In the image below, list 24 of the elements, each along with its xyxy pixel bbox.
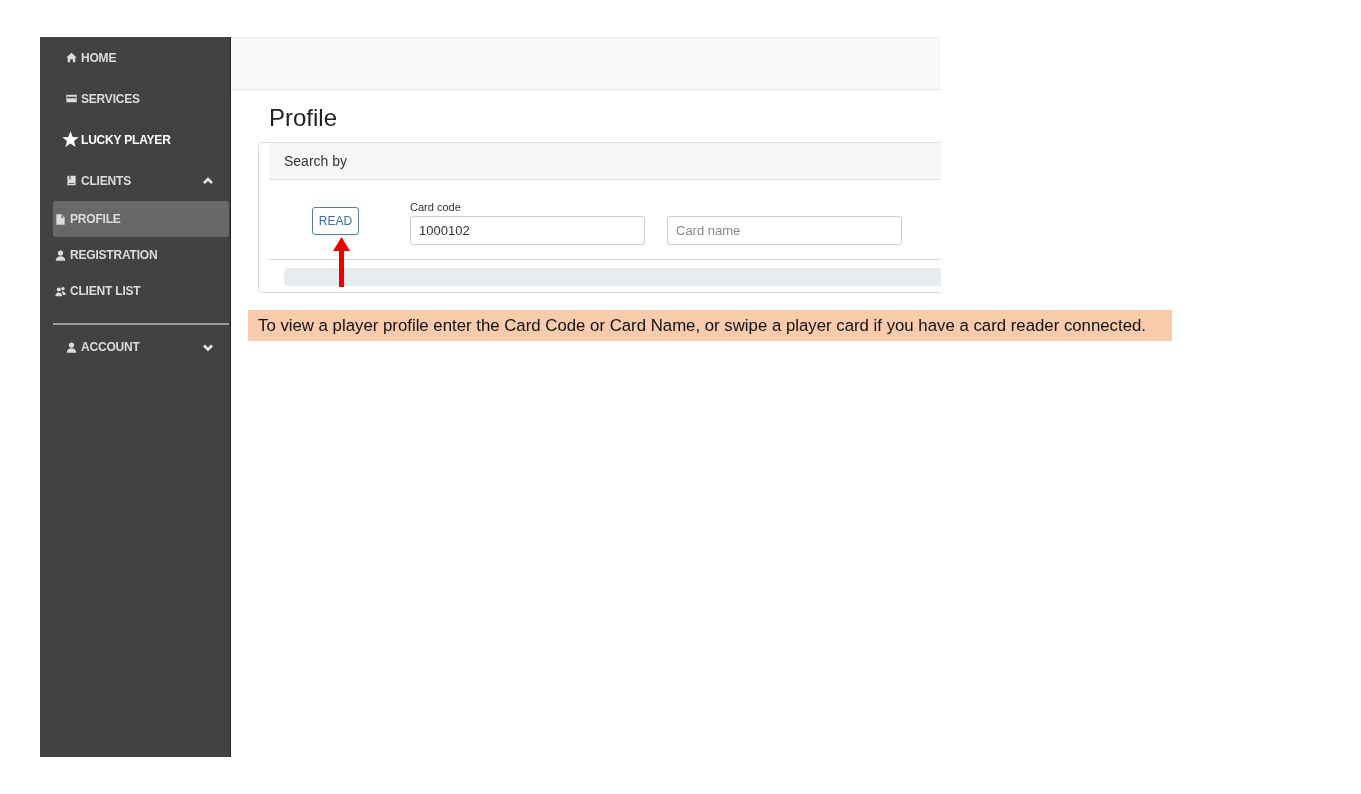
nav-item[interactable]: SERVICES bbox=[40, 78, 230, 119]
user-icon bbox=[55, 249, 66, 261]
file-icon bbox=[55, 213, 66, 225]
user-icon bbox=[66, 341, 77, 353]
field-label: Card code bbox=[410, 200, 461, 214]
nav-subitem[interactable]: PROFILE bbox=[53, 201, 229, 237]
read-button[interactable]: READ bbox=[312, 207, 359, 235]
card-name-field[interactable]: Card name bbox=[667, 216, 902, 245]
credit-card-icon bbox=[66, 93, 77, 104]
nav-item[interactable]: LUCKY PLAYER bbox=[40, 119, 230, 160]
card-header-title: Search by bbox=[284, 153, 348, 169]
nav-subitem[interactable]: REGISTRATION bbox=[53, 237, 229, 273]
users-icon bbox=[55, 285, 66, 297]
book-icon bbox=[66, 175, 77, 186]
arrow-up-icon bbox=[333, 237, 350, 287]
card-code-field[interactable]: 1000102 bbox=[410, 216, 645, 245]
nav-item[interactable]: ACCOUNT bbox=[40, 325, 230, 369]
star-icon bbox=[62, 131, 79, 148]
nav-item[interactable]: CLIENTS bbox=[40, 160, 230, 201]
page-title: Profile bbox=[269, 103, 338, 133]
help-note: To view a player profile enter the Card Code or Card Name, or swipe a player card if you have a card reader connected. bbox=[248, 310, 1172, 341]
home-icon bbox=[66, 52, 77, 63]
nav-item[interactable]: HOME bbox=[40, 37, 230, 78]
nav-subitem[interactable]: CLIENT LIST bbox=[53, 273, 229, 309]
